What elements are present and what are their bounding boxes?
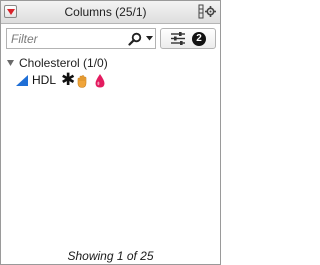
collapse-triangle-icon <box>7 9 15 15</box>
options-count-badge: 2 <box>192 32 206 46</box>
drop-icon <box>95 74 105 88</box>
column-options-button[interactable]: 2 <box>160 28 216 49</box>
hand-icon <box>77 75 87 88</box>
panel-header: Columns (25/1) <box>1 1 220 24</box>
chevron-down-icon[interactable] <box>146 36 153 41</box>
filter-input[interactable] <box>9 30 123 47</box>
column-name: HDL <box>32 73 57 87</box>
column-item-hdl[interactable]: HDL ✱ <box>16 70 216 90</box>
status-footer: Showing 1 of 25 <box>67 249 154 263</box>
sliders-icon <box>171 32 185 45</box>
panel-title: Columns (25/1) <box>64 5 147 19</box>
filter-toolbar: 2 <box>1 28 220 52</box>
collapse-button[interactable] <box>4 5 17 18</box>
asterisk-icon: ✱ <box>61 70 76 90</box>
group-label: Cholesterol (1/0) <box>19 56 108 70</box>
continuous-modeling-icon <box>16 75 28 86</box>
expand-triangle-icon[interactable] <box>7 60 14 66</box>
columns-panel: Columns (25/1) Filter 2 Cholesterol (1/0… <box>0 0 221 265</box>
search-icon[interactable] <box>128 32 142 46</box>
column-settings-icon[interactable] <box>198 4 216 19</box>
filter-box <box>6 28 156 49</box>
